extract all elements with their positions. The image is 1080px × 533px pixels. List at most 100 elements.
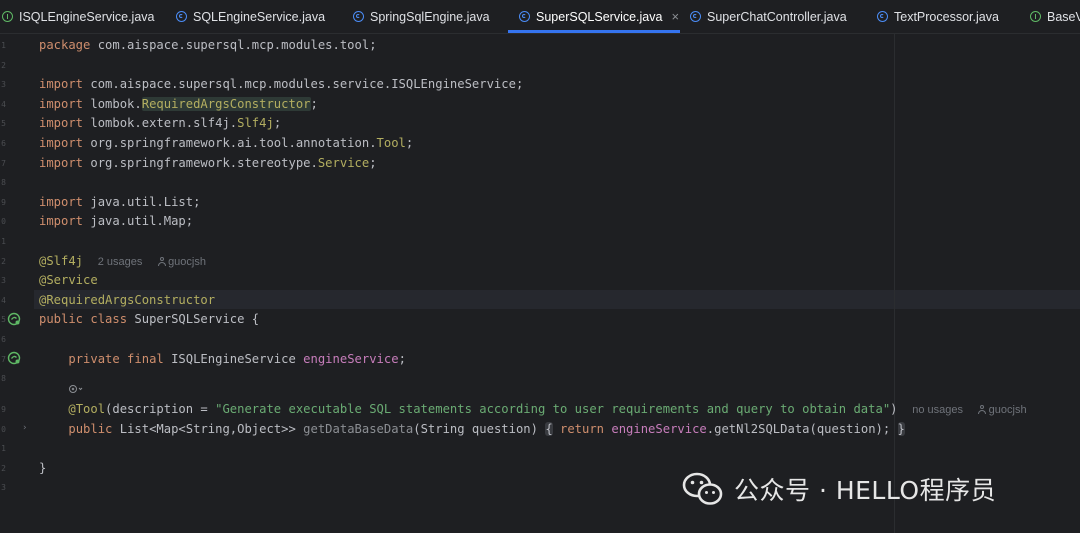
keyword: package [39, 38, 91, 52]
line-number: 3 [1, 80, 6, 90]
import-path: com.aispace.supersql.mcp.modules.service… [83, 77, 516, 92]
right-margin-guide [894, 34, 895, 533]
keyword: public [68, 421, 113, 436]
tab-springsqlengine[interactable]: SpringSqlEngine.java [353, 0, 490, 33]
import-class: Slf4j [237, 116, 274, 131]
usages-hint[interactable]: 2 usages [98, 256, 143, 268]
watermark-text: 公众号 · HELLO程序员 [734, 476, 997, 505]
wechat-icon [682, 472, 723, 505]
editor-tab-bar: ISQLEngineService.java SQLEngineService.… [0, 0, 1080, 34]
person-icon [157, 256, 166, 266]
person-icon [978, 405, 987, 414]
field-type: ISQLEngineService [163, 351, 304, 366]
tool-open: (description = [105, 402, 216, 416]
import-path: java.util.List [83, 194, 194, 209]
ai-assistant-icon[interactable] [68, 383, 84, 395]
tab-label: SuperSQLService.java [536, 9, 663, 24]
class-name: SuperSQLService { [127, 312, 260, 327]
tool-close: ) [890, 402, 898, 416]
class-icon [176, 11, 187, 22]
author-hint[interactable]: guocjsh [157, 256, 206, 268]
import-path: java.util.Map [83, 214, 186, 229]
package-name: com.aispace.supersql.mcp.modules.tool; [90, 38, 377, 52]
code-line-annotation-rac: @RequiredArgsConstructor [39, 291, 215, 311]
line-number: 1 [1, 237, 6, 246]
line-number: 3 [1, 483, 6, 493]
import-end: ; [185, 214, 194, 229]
code-line-import: import org.springframework.stereotype.Se… [39, 154, 377, 174]
code-line-import: import java.util.List; [39, 193, 200, 213]
line-number: 8 [1, 374, 6, 384]
class-icon [519, 11, 530, 22]
tab-label: SuperChatController.java [707, 9, 847, 24]
code-line-annotation-slf4j: @Slf4j 2 usages guocjsh [39, 252, 206, 272]
class-icon [877, 11, 888, 22]
method-params: (String question) [413, 421, 546, 436]
folded-brace-close[interactable]: } [897, 421, 905, 436]
fold-chevron-icon[interactable]: › [22, 423, 27, 433]
tab-textprocessor[interactable]: TextProcessor.java [877, 0, 999, 33]
line-number: 3 [1, 276, 6, 286]
author-hint[interactable]: guocjsh [978, 404, 1027, 416]
class-close-brace: } [39, 460, 47, 475]
interface-icon [1030, 11, 1041, 22]
code-line-import: import com.aispace.supersql.mcp.modules.… [39, 75, 523, 95]
code-line-annotation-service: @Service [39, 271, 98, 291]
method-name: getDataBaseData [303, 421, 414, 436]
call-rest: .getNl2SQLData(question); [706, 421, 891, 436]
close-icon[interactable]: × [671, 9, 679, 24]
tab-supersqlservice[interactable]: SuperSQLService.java × [508, 0, 680, 33]
line-number: 7 [1, 158, 6, 168]
tab-sqlengineservice[interactable]: SQLEngineService.java [176, 0, 325, 33]
import-end: ; [273, 116, 282, 131]
line-number: 5 [1, 315, 6, 325]
code-line-tool-annotation: @Tool(description = "Generate executable… [39, 400, 1027, 420]
line-number: 2 [1, 256, 6, 266]
author-name: guocjsh [168, 255, 206, 268]
line-number: 7 [1, 354, 6, 364]
import-path: lombok. [83, 96, 142, 111]
keyword: import [39, 77, 84, 92]
tab-label: ISQLEngineService.java [19, 9, 155, 24]
import-path: lombok.extern.slf4j. [83, 116, 238, 131]
import-path: org.springframework.ai.tool.annotation. [83, 136, 377, 150]
author-name: guocjsh [988, 404, 1027, 416]
line-number: 6 [1, 335, 6, 344]
import-path: org.springframework.stereotype. [83, 155, 318, 170]
line-number: 4 [1, 99, 6, 109]
code-editor[interactable]: 1 2 3 4 5 6 7 8 9 0 1 2 3 4 5 6 7 8 9 0 … [0, 34, 1080, 533]
import-end: ; [369, 155, 377, 170]
field-name: engineService [303, 351, 399, 366]
keyword: private final [68, 351, 164, 366]
tab-basev[interactable]: BaseV [1030, 0, 1080, 33]
code-line-import: import java.util.Map; [39, 212, 193, 232]
keyword: import [39, 116, 84, 131]
code-line-method: public List<Map<String,Object>> getDataB… [39, 420, 905, 440]
line-number: 1 [1, 444, 6, 454]
annotation: @RequiredArgsConstructor [39, 292, 216, 307]
class-icon [690, 11, 701, 22]
annotation: @Slf4j [39, 253, 84, 268]
folded-brace-open[interactable]: { [545, 421, 553, 436]
line-number: 2 [1, 463, 6, 473]
import-end: ; [515, 77, 524, 92]
keyword: return [560, 421, 605, 436]
class-icon [353, 11, 364, 22]
line-number: 8 [1, 178, 6, 188]
code-line-field: private final ISQLEngineService engineSe… [39, 350, 406, 370]
tool-description-string: "Generate executable SQL statements acco… [215, 402, 891, 416]
bean-icon[interactable] [7, 351, 21, 365]
bean-icon[interactable] [7, 312, 21, 326]
method-return-type: List<Map<String,Object>> [112, 421, 304, 436]
tab-label: BaseV [1047, 9, 1080, 24]
code-line-class-close: } [39, 459, 46, 479]
import-end: ; [310, 96, 318, 111]
line-number: 2 [1, 60, 6, 70]
no-usages-hint[interactable]: no usages [912, 404, 963, 416]
keyword: import [39, 194, 84, 209]
code-vision-row [68, 381, 84, 401]
tab-superchatcontroller[interactable]: SuperChatController.java [690, 0, 847, 33]
code-line-import: import lombok.RequiredArgsConstructor; [39, 95, 318, 115]
tab-isqlengineservice[interactable]: ISQLEngineService.java [2, 0, 155, 33]
line-number: 9 [1, 405, 6, 414]
